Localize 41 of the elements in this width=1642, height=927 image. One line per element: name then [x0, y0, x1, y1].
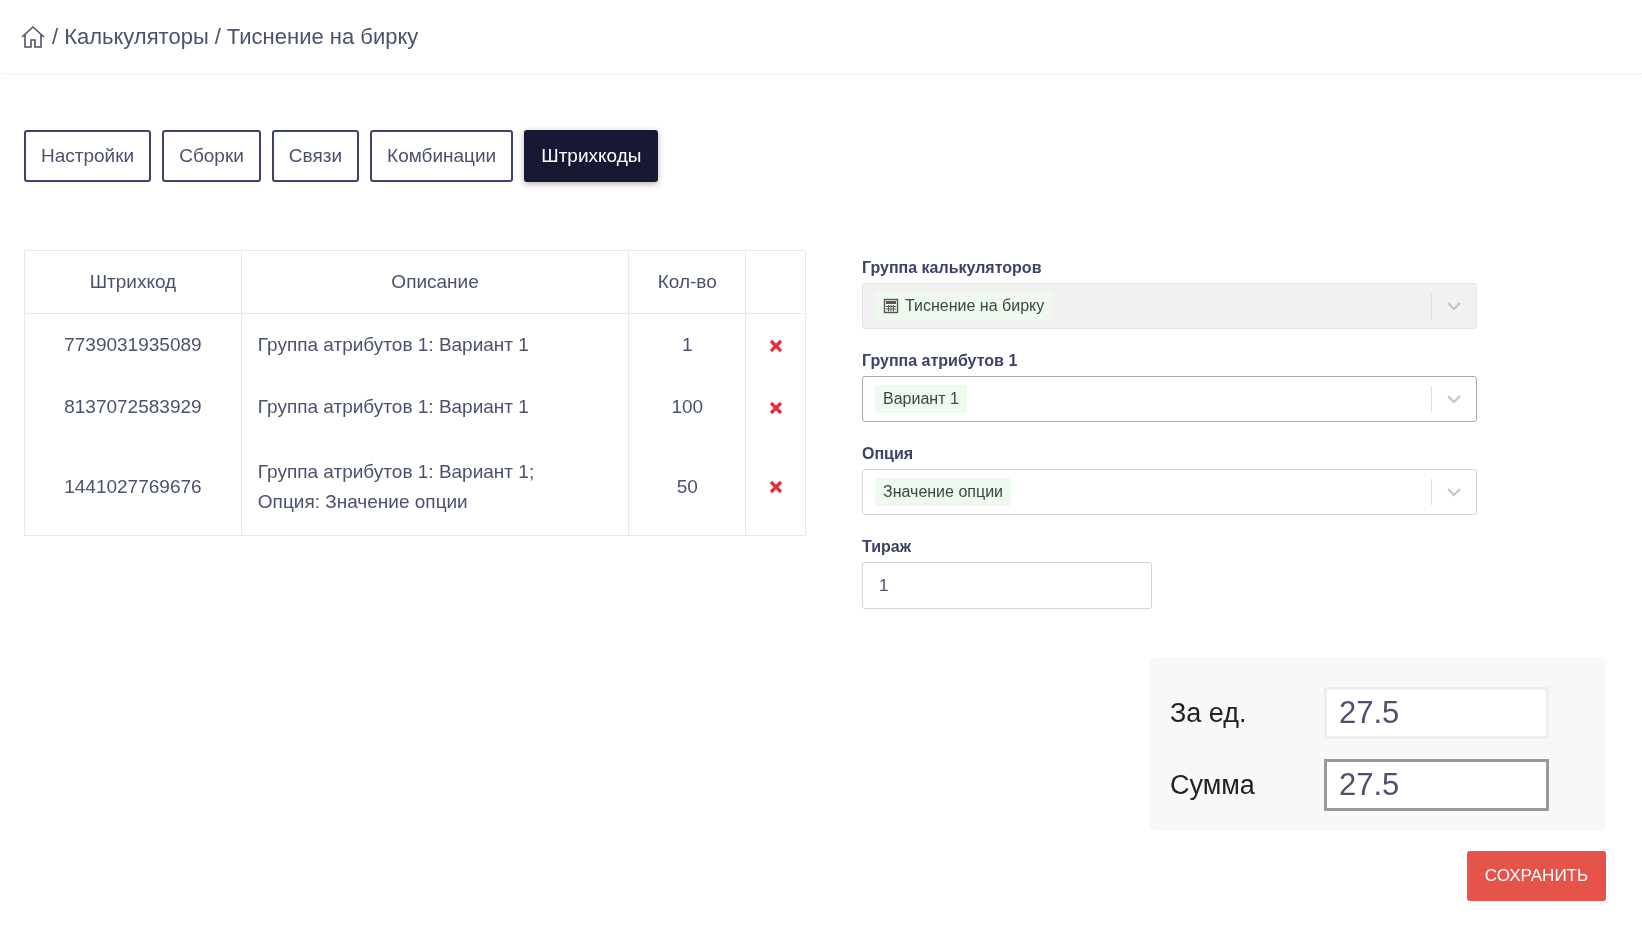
- table-cell: 1441027769676: [24, 438, 242, 536]
- table-cell: Группа атрибутов 1: Вариант 1; Опция: Значение опции: [241, 438, 629, 536]
- breadcrumb-item[interactable]: Калькуляторы: [64, 23, 209, 50]
- selected-tag: Вариант 1: [875, 385, 967, 413]
- field-label: Опция: [862, 445, 915, 463]
- table-cell: 7739031935089: [24, 313, 242, 376]
- selected-tag: Значение опции: [875, 478, 1011, 506]
- field-label: Группа атрибутов 1: [862, 352, 1019, 370]
- delete-icon[interactable]: [768, 339, 783, 353]
- total-label: Сумма: [1170, 769, 1256, 801]
- table-cell: 8137072583929: [24, 376, 242, 438]
- field-label: Тираж: [862, 538, 912, 556]
- column-header: Кол-во: [628, 250, 746, 314]
- breadcrumb-separator: /: [52, 23, 59, 50]
- tab[interactable]: Связи: [271, 130, 360, 182]
- delete-icon[interactable]: [768, 401, 783, 415]
- home-icon[interactable]: [20, 24, 46, 49]
- total-input[interactable]: 27.5: [1324, 687, 1549, 739]
- total-input[interactable]: 27.5: [1324, 759, 1549, 811]
- table-cell: 50: [628, 438, 746, 536]
- table-cell: Группа атрибутов 1: Вариант 1: [241, 313, 629, 376]
- table-cell: Группа атрибутов 1: Вариант 1: [241, 376, 629, 438]
- table-cell: 1: [628, 313, 746, 376]
- tab[interactable]: Комбинации: [370, 130, 514, 182]
- selected-tag: Тиснение на бирку: [875, 292, 1053, 320]
- tab[interactable]: Сборки: [162, 130, 261, 182]
- breadcrumb-item[interactable]: Тиснение на бирку: [226, 23, 419, 50]
- save-button[interactable]: СОХРАНИТЬ: [1467, 851, 1606, 901]
- select-field[interactable]: Значение опции: [862, 469, 1477, 515]
- column-header: Штрихкод: [24, 250, 242, 314]
- tab[interactable]: Штрихкоды: [524, 130, 659, 182]
- delete-icon[interactable]: [768, 480, 783, 495]
- quantity-input[interactable]: 1: [862, 562, 1152, 609]
- tab[interactable]: Настройки: [24, 130, 152, 182]
- column-header: Описание: [241, 250, 629, 314]
- breadcrumb-separator: /: [214, 23, 221, 50]
- total-label: За ед.: [1170, 697, 1248, 729]
- field-label: Группа калькуляторов: [862, 259, 1043, 277]
- table-cell: 100: [628, 376, 746, 438]
- select-field[interactable]: Вариант 1: [862, 376, 1477, 422]
- calculator-icon: [883, 298, 899, 314]
